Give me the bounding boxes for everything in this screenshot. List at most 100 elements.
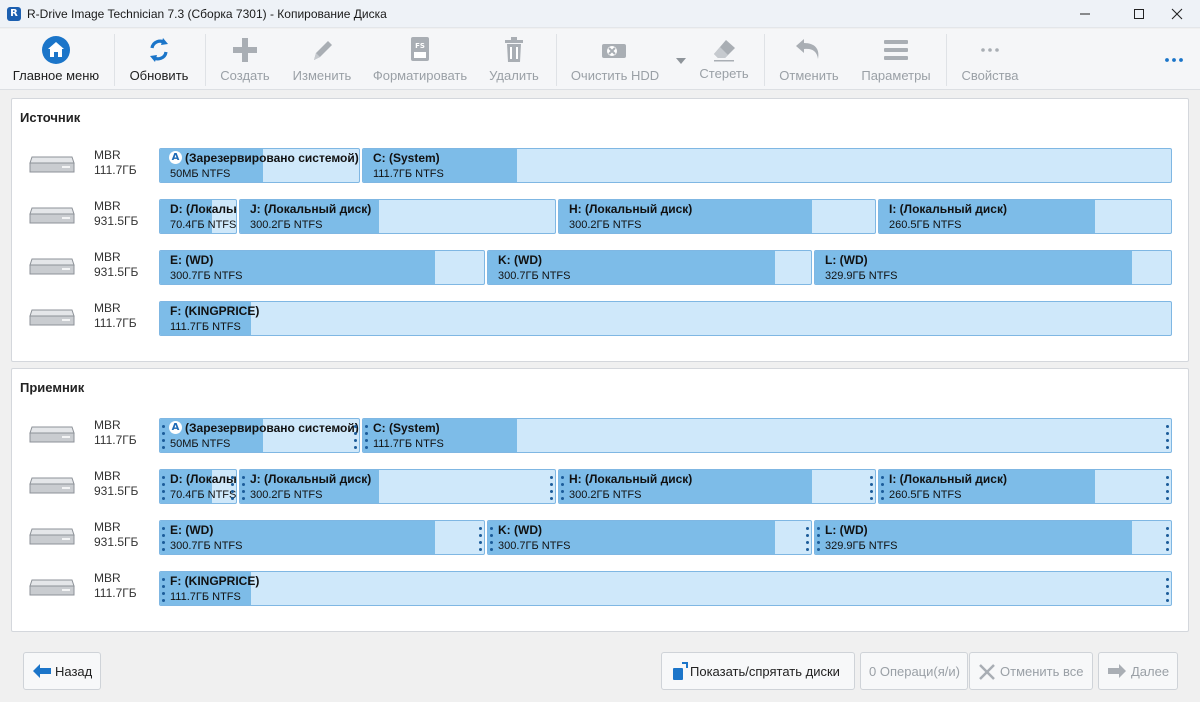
partition-block[interactable]: H: (Локальный диск) 300.2ГБ NTFS [558,199,876,234]
partition-block[interactable]: D: (Локальный диск) 70.4ГБ NTFS [159,199,237,234]
partition-name: E: (WD) [170,523,214,537]
disk-partition-style: MBR [94,469,121,483]
resize-handle-left[interactable] [162,473,166,501]
undo-icon [796,39,819,59]
parameters-button[interactable]: Параметры [854,33,938,87]
partition-block[interactable]: H: (Локальный диск) 300.2ГБ NTFS [558,469,876,504]
minimize-button[interactable] [1062,0,1108,28]
partition-block[interactable]: L: (WD) 329.9ГБ NTFS [814,520,1172,555]
menu-lines-icon [884,40,908,60]
resize-handle-left[interactable] [242,473,246,501]
delete-label: Удалить [489,68,539,83]
partition-info: 300.7ГБ NTFS [170,540,243,552]
partition-block[interactable]: J: (Локальный диск) 300.2ГБ NTFS [239,469,556,504]
hard-disk-icon [28,204,76,226]
hard-disk-icon [28,576,76,598]
resize-handle-right[interactable] [1166,422,1170,450]
undo-button[interactable]: Отменить [772,33,846,87]
disk-partition-style: MBR [94,199,121,213]
resize-handle-right[interactable] [231,473,235,501]
partition-block[interactable]: E: (WD) 300.7ГБ NTFS [159,520,485,555]
wipe-dropdown-button[interactable] [672,33,690,87]
partition-block[interactable]: L: (WD) 329.9ГБ NTFS [814,250,1172,285]
partition-name: J: (Локальный диск) [250,202,372,216]
ellipsis-icon [981,48,999,52]
resize-handle-left[interactable] [162,422,166,450]
resize-handle-right[interactable] [870,473,874,501]
back-button[interactable]: Назад [23,652,101,690]
partition-name: (Зарезервировано системой) [185,421,359,435]
partition-block[interactable]: I: (Локальный диск) 260.5ГБ NTFS [878,469,1172,504]
partition-info: 70.4ГБ NTFS [170,489,237,501]
resize-handle-right[interactable] [550,473,554,501]
partition-info: 111.7ГБ NTFS [373,168,444,180]
resize-handle-right[interactable] [806,524,810,552]
main-menu-label: Главное меню [12,68,100,83]
resize-handle-right[interactable] [1166,473,1170,501]
main-menu-button[interactable]: Главное меню [8,33,104,87]
source-panel: Источник MBR 111.7ГБ A (Зарезервировано сис… [11,98,1189,362]
partition-block[interactable]: C: (System) 111.7ГБ NTFS [362,148,1172,183]
disk-partition-style: MBR [94,418,121,432]
next-label: Далее [1131,664,1170,679]
partition-block[interactable]: A (Зарезервировано системой) 50МБ NTFS [159,418,360,453]
format-button[interactable]: FS Форматировать [366,33,474,87]
toolbar-separator [556,34,557,86]
edit-button[interactable]: Изменить [286,33,358,87]
format-icon-text: FS [415,42,425,50]
delete-button[interactable]: Удалить [482,33,546,87]
close-icon [1171,8,1183,20]
next-button[interactable]: Далее [1098,652,1178,690]
create-button[interactable]: Создать [212,33,278,87]
disk-size: 931.5ГБ [94,265,139,279]
refresh-button[interactable]: Обновить [122,33,196,87]
resize-handle-left[interactable] [162,575,166,603]
show-hide-disks-button[interactable]: Показать/спрятать диски [661,652,855,690]
resize-handle-left[interactable] [490,524,494,552]
partition-info: 300.7ГБ NTFS [170,270,243,282]
partition-info: 329.9ГБ NTFS [825,540,898,552]
partition-name: E: (WD) [170,253,214,267]
toolbar-separator [946,34,947,86]
partition-block[interactable]: E: (WD) 300.7ГБ NTFS [159,250,485,285]
resize-handle-right[interactable] [479,524,483,552]
partition-block[interactable]: F: (KINGPRICE) 111.7ГБ NTFS [159,301,1172,336]
partition-block[interactable]: C: (System) 111.7ГБ NTFS [362,418,1172,453]
partition-info: 260.5ГБ NTFS [889,219,962,231]
more-options-button[interactable] [1160,33,1188,87]
cancel-x-icon [979,664,995,680]
operations-button[interactable]: 0 Операци(я/и) [860,652,968,690]
resize-handle-right[interactable] [1166,524,1170,552]
resize-handle-left[interactable] [561,473,565,501]
wipe-hdd-icon [602,44,626,58]
partition-block[interactable]: A (Зарезервировано системой) 50МБ NTFS [159,148,360,183]
back-label: Назад [55,664,93,679]
wipe-hdd-button[interactable]: Очистить HDD [563,33,667,87]
resize-handle-left[interactable] [365,422,369,450]
properties-button[interactable]: Свойства [952,33,1028,87]
partition-block[interactable]: K: (WD) 300.7ГБ NTFS [487,250,812,285]
resize-handle-left[interactable] [881,473,885,501]
partition-block[interactable]: J: (Локальный диск) 300.2ГБ NTFS [239,199,556,234]
arrow-left-icon [33,664,51,678]
close-window-button[interactable] [1154,0,1200,28]
refresh-label: Обновить [129,68,189,83]
partition-block[interactable]: I: (Локальный диск) 260.5ГБ NTFS [878,199,1172,234]
partition-block[interactable]: D: (Локальный диск) 70.4ГБ NTFS [159,469,237,504]
cancel-all-button[interactable]: Отменить все [969,652,1093,690]
toolbar-separator [205,34,206,86]
partition-name: K: (WD) [498,523,542,537]
resize-handle-left[interactable] [817,524,821,552]
target-panel-title: Приемник [20,380,85,395]
parameters-label: Параметры [861,68,931,83]
partition-block[interactable]: K: (WD) 300.7ГБ NTFS [487,520,812,555]
app-logo-icon: R [7,7,21,21]
partition-info: 260.5ГБ NTFS [889,489,962,501]
resize-handle-right[interactable] [1166,575,1170,603]
resize-handle-right[interactable] [354,422,358,450]
partition-name: L: (WD) [825,523,868,537]
erase-button[interactable]: Стереть [692,33,756,87]
resize-handle-left[interactable] [162,524,166,552]
partition-block[interactable]: F: (KINGPRICE) 111.7ГБ NTFS [159,571,1172,606]
hard-disk-icon [28,525,76,547]
